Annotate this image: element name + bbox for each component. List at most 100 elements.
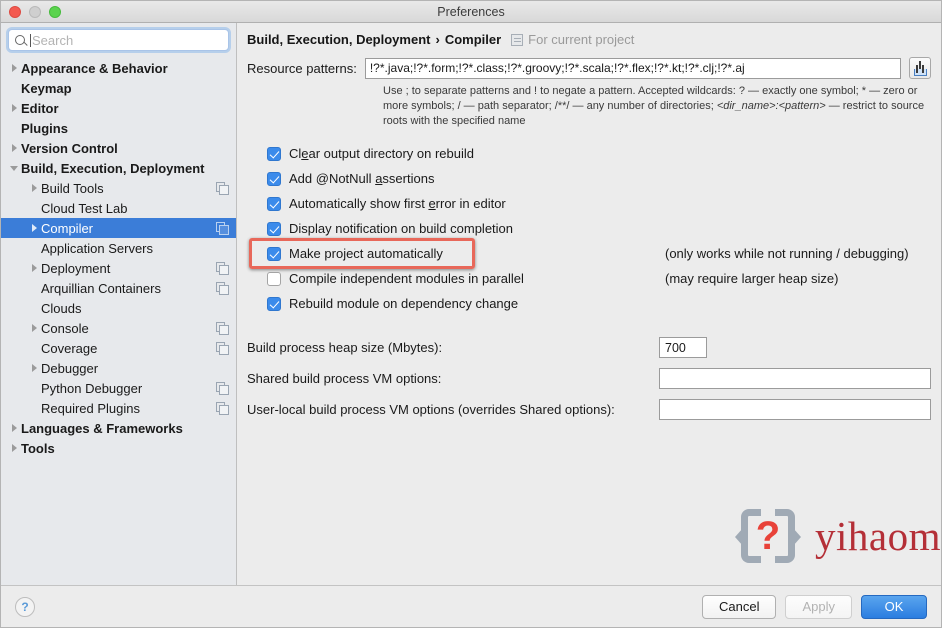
chevron-right-icon[interactable] [27,264,41,272]
build-heap-size-input[interactable]: 700 [659,337,707,358]
user-local-vm-options-input[interactable] [659,399,931,420]
settings-sidebar: Search Appearance & Behavior Keymap Editor… [1,23,237,585]
sidebar-item-deployment[interactable]: Deployment [1,258,236,278]
checkbox-checked[interactable] [267,221,281,236]
copy-settings-icon[interactable] [216,322,229,335]
checkbox-checked[interactable] [267,196,281,211]
resource-patterns-input[interactable]: !?*.java;!?*.form;!?*.class;!?*.groovy;!… [364,57,901,79]
resource-patterns-row: Resource patterns: !?*.java;!?*.form;!?*… [247,57,931,79]
import-into-field-icon [914,61,927,76]
checkbox-checked[interactable] [267,296,281,311]
label-part: ar output directory on rebuild [308,146,474,161]
sidebar-item-debugger[interactable]: Debugger [1,358,236,378]
maximize-window-button[interactable] [49,6,61,18]
label-part: Automatically show first [289,196,429,211]
compiler-settings-panel: Build, Execution, Deployment › Compiler … [237,23,941,585]
checkbox-note: (may require larger heap size) [665,271,839,286]
sidebar-item-languages-frameworks[interactable]: Languages & Frameworks [1,418,236,438]
sidebar-item-label: Version Control [21,140,118,156]
minimize-window-button[interactable] [29,6,41,18]
sidebar-item-required-plugins[interactable]: Required Plugins [1,398,236,418]
sidebar-item-compiler[interactable]: Compiler [1,218,236,238]
sidebar-item-clouds[interactable]: Clouds [1,298,236,318]
sidebar-item-console[interactable]: Console [1,318,236,338]
chevron-right-icon[interactable] [27,224,41,232]
copy-settings-icon[interactable] [216,382,229,395]
checkbox-label: Add @NotNull assertions [289,171,434,186]
sidebar-item-version-control[interactable]: Version Control [1,138,236,158]
field-label: User-local build process VM options (ove… [247,402,615,417]
sidebar-item-arquillian-containers[interactable]: Arquillian Containers [1,278,236,298]
sidebar-item-label: Debugger [41,360,99,376]
copy-settings-icon[interactable] [216,262,229,275]
ok-button[interactable]: OK [861,594,927,619]
chevron-down-icon[interactable] [7,165,21,171]
copy-settings-icon[interactable] [216,282,229,295]
sidebar-item-application-servers[interactable]: Application Servers [1,238,236,258]
search-placeholder: Search [32,32,74,48]
sidebar-item-label: Coverage [41,340,98,356]
checkbox-checked[interactable] [267,171,281,186]
sidebar-item-editor[interactable]: Editor [1,98,236,118]
checkbox-checked[interactable] [267,146,281,161]
chevron-right-icon[interactable] [7,64,21,72]
label-part: rror in editor [435,196,506,211]
breadcrumb-parent[interactable]: Build, Execution, Deployment [247,32,430,47]
label-part: Rebuild module on dependency change [289,296,519,311]
chevron-right-icon[interactable] [7,424,21,432]
sidebar-item-keymap[interactable]: Keymap [1,78,236,98]
help-button[interactable]: ? [15,596,35,617]
checkbox-row[interactable]: Add @NotNull assertions [247,166,931,191]
checkbox-row[interactable]: Display notification on build completion [247,216,931,241]
copy-settings-icon[interactable] [216,342,229,355]
checkbox-checked[interactable] [267,246,281,261]
breadcrumb-current: Compiler [444,32,502,47]
search-input[interactable]: Search [8,29,229,51]
checkbox-unchecked[interactable] [267,271,281,286]
label-part: Cl [289,146,302,161]
chevron-right-icon[interactable] [27,364,41,372]
question-mark-icon: ? [755,514,781,558]
sidebar-item-label: Editor [21,100,59,116]
chevron-right-icon[interactable] [7,444,21,452]
shared-vm-options-input[interactable] [659,368,931,389]
chevron-right-icon[interactable] [7,104,21,112]
checkbox-row[interactable]: Clear output directory on rebuild [247,141,931,166]
copy-settings-icon[interactable] [216,182,229,195]
copy-settings-icon[interactable] [216,402,229,415]
checkbox-row[interactable]: Compile independent modules in parallel (… [247,266,931,291]
label-part: Make project automatically [289,246,443,261]
sidebar-item-python-debugger[interactable]: Python Debugger [1,378,236,398]
apply-button[interactable]: Apply [785,594,852,619]
compiler-fields-group: Build process heap size (Mbytes): 700 Shar… [247,332,931,425]
copy-settings-icon[interactable] [216,222,229,235]
field-row: User-local build process VM options (ove… [247,394,931,425]
sidebar-item-build-execution-deployment[interactable]: Build, Execution, Deployment [1,158,236,178]
checkbox-note: (only works while not running / debuggin… [665,246,909,261]
window-title: Preferences [437,4,505,19]
checkbox-row[interactable]: Automatically show first error in editor [247,191,931,216]
label-part: Compile independent modules in parallel [289,271,524,286]
sidebar-item-plugins[interactable]: Plugins [1,118,236,138]
cancel-button[interactable]: Cancel [702,594,777,619]
sidebar-item-cloud-test-lab[interactable]: Cloud Test Lab [1,198,236,218]
window-controls [9,6,61,18]
chevron-right-icon[interactable] [27,184,41,192]
resource-patterns-expand-button[interactable] [909,57,931,79]
dialog-footer: ? Cancel Apply OK [1,585,941,627]
checkbox-row[interactable]: Rebuild module on dependency change [247,291,931,316]
sidebar-item-appearance-behavior[interactable]: Appearance & Behavior [1,58,236,78]
sidebar-item-coverage[interactable]: Coverage [1,338,236,358]
sidebar-item-label: Cloud Test Lab [41,200,128,216]
checkbox-label: Clear output directory on rebuild [289,146,474,161]
chevron-right-icon[interactable] [7,144,21,152]
sidebar-item-tools[interactable]: Tools [1,438,236,458]
checkbox-label: Rebuild module on dependency change [289,296,518,311]
sidebar-item-build-tools[interactable]: Build Tools [1,178,236,198]
checkbox-label: Automatically show first error in editor [289,196,506,211]
title-bar: Preferences [1,1,941,23]
close-window-button[interactable] [9,6,21,18]
checkbox-row[interactable]: Make project automatically (only works wh… [247,238,931,269]
chevron-right-icon[interactable] [27,324,41,332]
label-part: Display notification on build completion [289,221,514,236]
